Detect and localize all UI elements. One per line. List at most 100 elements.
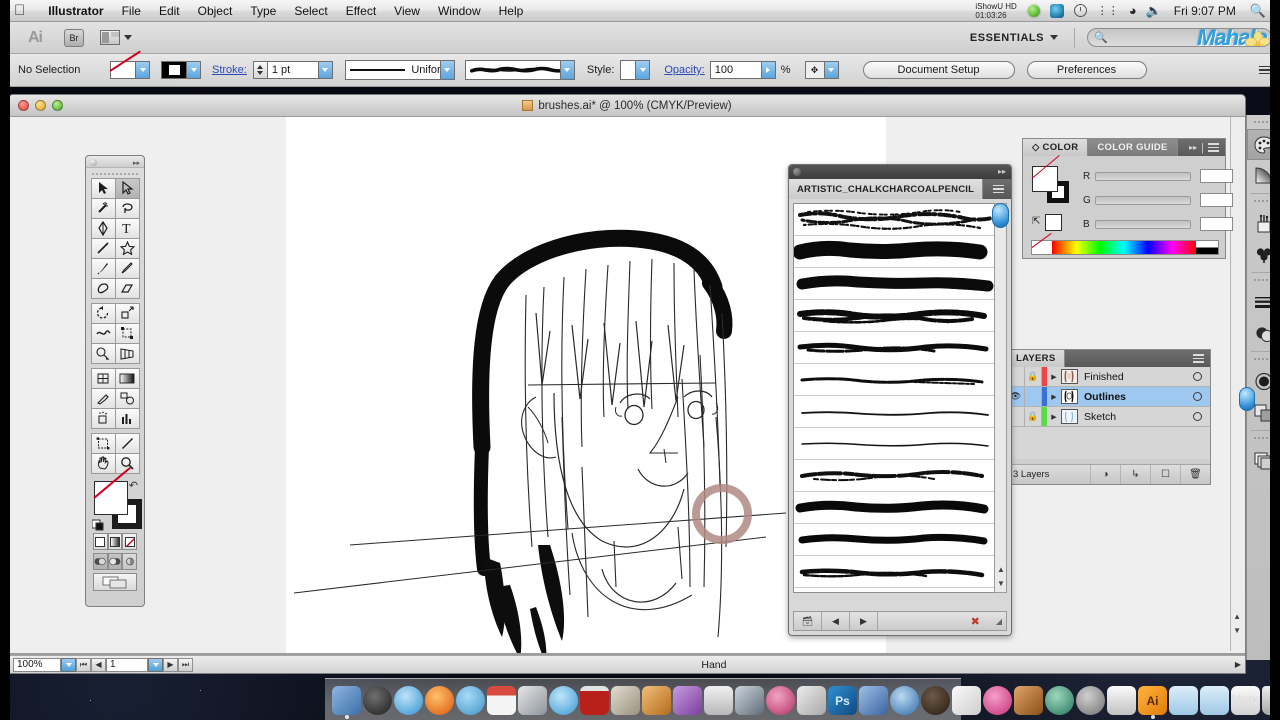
none-swatch[interactable] <box>1045 214 1062 231</box>
opacity-slider-button[interactable] <box>761 61 776 79</box>
zoom-level-dropdown[interactable] <box>61 657 76 672</box>
stroke-weight-stepper[interactable] <box>252 61 267 79</box>
layer-disclosure-icon[interactable]: ▶ <box>1047 413 1061 421</box>
draw-normal-button[interactable] <box>93 553 108 570</box>
scroll-up-icon[interactable]: ▲ <box>997 565 1005 574</box>
panel-menu-icon[interactable] <box>1259 65 1270 75</box>
dock-item-skype-icon[interactable] <box>983 686 1012 715</box>
panel-menu-icon[interactable] <box>993 184 1004 194</box>
default-fill-stroke-icon[interactable] <box>92 517 106 531</box>
list-item[interactable] <box>794 492 1000 524</box>
channel-value-b[interactable] <box>1200 217 1233 231</box>
magic-wand-tool[interactable] <box>90 197 116 219</box>
tab-artistic-chalkcharcoalpencil[interactable]: ARTISTIC_CHALKCHARCOALPENCIL <box>789 179 984 199</box>
tab-color-guide[interactable]: COLOR GUIDE <box>1088 139 1178 156</box>
pencil-tool[interactable] <box>114 257 140 279</box>
time-machine-icon[interactable] <box>1073 4 1087 17</box>
variable-width-profile-select[interactable]: Uniform <box>344 60 455 80</box>
remove-brush-icon[interactable]: ✖ <box>971 615 980 628</box>
stroke-weight-value[interactable]: 1 pt <box>266 61 319 79</box>
white-black-swatches[interactable] <box>1196 241 1218 254</box>
menu-item-effect[interactable]: Effect <box>337 0 385 22</box>
gradient-tool[interactable] <box>114 367 140 389</box>
list-item[interactable] <box>794 556 1000 588</box>
dock-item-aperture-icon[interactable] <box>735 686 764 715</box>
table-row[interactable]: 🔒 ▶ Sketch <box>1007 407 1210 427</box>
draw-behind-button[interactable] <box>107 553 123 570</box>
brushes-panel-titlebar[interactable]: ▸▸ <box>789 165 1011 179</box>
chevron-down-icon[interactable] <box>439 60 455 80</box>
list-item[interactable] <box>794 524 1000 556</box>
create-new-layer-icon[interactable]: ☐ <box>1150 465 1180 484</box>
list-item[interactable] <box>794 268 1000 300</box>
blend-tool[interactable] <box>114 387 140 409</box>
opacity-value[interactable]: 100 <box>709 61 762 79</box>
collapse-panel-icon[interactable]: ▸▸ <box>998 167 1006 176</box>
dock-item-soundtrack-icon[interactable] <box>890 686 919 715</box>
channel-value-r[interactable] <box>1200 169 1233 183</box>
stroke-color-swatch[interactable] <box>110 61 150 79</box>
layer-name[interactable]: Finished <box>1084 371 1124 383</box>
swap-fill-stroke-icon[interactable]: ↶ <box>129 479 138 492</box>
first-page-icon[interactable]: ⏮ <box>76 657 91 672</box>
tab-layers[interactable]: LAYERS <box>1007 350 1066 367</box>
dock-item-transmit-icon[interactable] <box>1045 686 1074 715</box>
document-setup-button[interactable]: Document Setup <box>862 61 1015 79</box>
layer-disclosure-icon[interactable]: ▶ <box>1047 373 1061 381</box>
menu-item-help[interactable]: Help <box>490 0 533 22</box>
layer-target-icon[interactable] <box>1193 372 1202 381</box>
chevron-down-icon[interactable] <box>824 61 839 79</box>
delete-selection-icon[interactable]: 🗑 <box>1180 465 1210 484</box>
list-item[interactable] <box>794 428 1000 460</box>
list-item[interactable] <box>794 396 1000 428</box>
panel-menu-icon[interactable] <box>1193 354 1204 363</box>
list-item[interactable] <box>794 364 1000 396</box>
arrange-documents-icon[interactable] <box>100 30 132 45</box>
chevron-down-icon[interactable] <box>1050 35 1058 40</box>
layer-target-icon[interactable] <box>1193 392 1202 401</box>
change-screen-mode-button[interactable] <box>93 573 137 591</box>
zoom-level-field[interactable]: 100% <box>13 657 61 672</box>
wifi-icon[interactable]: ◕ <box>1129 3 1137 18</box>
symbol-sprayer-tool[interactable] <box>90 407 116 429</box>
chevron-down-icon[interactable] <box>635 60 651 80</box>
table-row[interactable]: 👁 ▶ Outlines <box>1007 387 1210 407</box>
list-item[interactable] <box>794 588 1000 592</box>
draw-inside-button[interactable] <box>122 553 138 570</box>
page-dropdown[interactable] <box>148 657 163 672</box>
green-status-icon[interactable] <box>1027 4 1040 17</box>
panel-resize-ball[interactable] <box>992 203 1009 228</box>
type-tool[interactable]: T <box>114 217 140 239</box>
dock-item-safari-icon[interactable] <box>394 686 423 715</box>
dock-item-downloads-stack-icon[interactable] <box>1169 686 1198 715</box>
workspace-switcher[interactable]: ESSENTIALS <box>970 32 1050 44</box>
menu-clock[interactable]: Fri 9:07 PM <box>1166 4 1244 18</box>
menu-item-select[interactable]: Select <box>285 0 336 22</box>
panel-resize-ball[interactable] <box>1239 387 1255 411</box>
perspective-grid-tool[interactable] <box>114 342 140 364</box>
close-icon[interactable] <box>793 168 801 176</box>
dock-item-firefox-icon[interactable] <box>425 686 454 715</box>
status-menu-icon[interactable]: ▶ <box>1235 660 1241 669</box>
pen-tool[interactable] <box>90 217 116 239</box>
dock-item-dvd-player-icon[interactable] <box>363 686 392 715</box>
transform-icon[interactable]: ✥ <box>804 61 839 79</box>
gradient-mode-button[interactable] <box>107 533 123 550</box>
dock-item-logic-icon[interactable] <box>1014 686 1043 715</box>
search-icon[interactable]: 🔍 <box>1250 3 1266 19</box>
paintbrush-tool[interactable] <box>90 257 116 279</box>
dock-item-photoshop-icon[interactable]: Ps <box>828 686 857 715</box>
next-brush-icon[interactable]: ▶ <box>850 612 878 630</box>
list-item[interactable] <box>794 460 1000 492</box>
apple-icon[interactable]:  <box>14 3 25 18</box>
eyedropper-tool[interactable] <box>90 387 116 409</box>
dock-item-iphoto-icon[interactable] <box>518 686 547 715</box>
list-item[interactable] <box>794 332 1000 364</box>
create-new-sublayer-icon[interactable]: ↳ <box>1120 465 1150 484</box>
scroll-up-icon[interactable]: ▲ <box>1233 612 1241 621</box>
selection-tool[interactable] <box>90 177 116 199</box>
channel-value-g[interactable] <box>1200 193 1233 207</box>
artboard-tool[interactable] <box>90 432 116 454</box>
list-item[interactable] <box>794 236 1000 268</box>
opacity-label[interactable]: Opacity: <box>664 64 704 76</box>
